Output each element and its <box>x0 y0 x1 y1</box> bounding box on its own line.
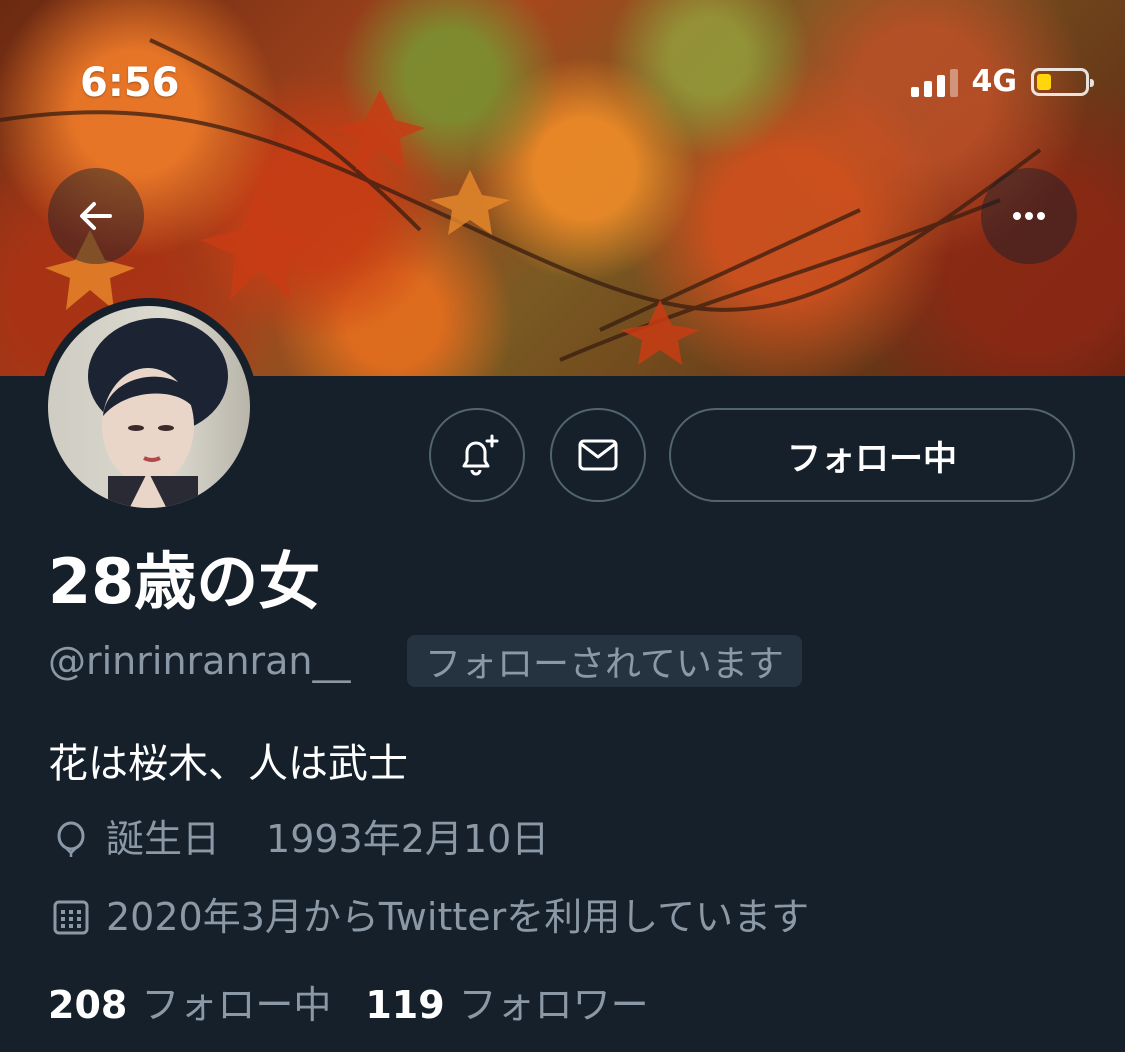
following-button[interactable]: フォロー中 <box>669 408 1075 502</box>
more-button[interactable] <box>981 168 1077 264</box>
calendar-icon <box>48 894 94 940</box>
network-type: 4G <box>971 64 1018 99</box>
birthday-value: 1993年2月10日 <box>266 817 550 861</box>
birthday-label: 誕生日 <box>106 817 221 861</box>
avatar-image <box>48 306 250 508</box>
display-name: 28歳の女 <box>48 545 321 618</box>
envelope-icon <box>578 439 618 471</box>
following-label[interactable]: フォロー中 <box>141 980 331 1030</box>
balloon-icon <box>48 816 94 862</box>
ellipsis-icon <box>1013 212 1045 220</box>
status-time: 6:56 <box>80 60 180 106</box>
avatar[interactable] <box>40 298 258 516</box>
bell-plus-icon <box>462 434 499 476</box>
arrow-left-icon <box>80 202 112 230</box>
joined-date: 2020年3月からTwitterを利用しています <box>106 895 810 939</box>
bio: 花は桜木、人は武士 <box>48 741 408 787</box>
joined-row: 2020年3月からTwitterを利用しています <box>48 892 809 942</box>
follow-stats: 208 フォロー中 119 フォロワー <box>48 980 683 1030</box>
user-handle: @rinrinranran__ <box>48 639 351 683</box>
followers-count[interactable]: 119 <box>365 980 444 1030</box>
notification-button[interactable] <box>429 408 525 502</box>
signal-icon <box>910 67 958 97</box>
following-count[interactable]: 208 <box>48 980 127 1030</box>
back-button[interactable] <box>48 168 144 264</box>
status-bar-right: 4G <box>910 64 1094 99</box>
follows-you-badge: フォローされています <box>407 635 802 687</box>
followers-label[interactable]: フォロワー <box>459 980 649 1030</box>
battery-icon <box>1031 67 1094 96</box>
message-button[interactable] <box>550 408 646 502</box>
birthday-row: 誕生日 1993年2月10日 <box>48 814 549 864</box>
